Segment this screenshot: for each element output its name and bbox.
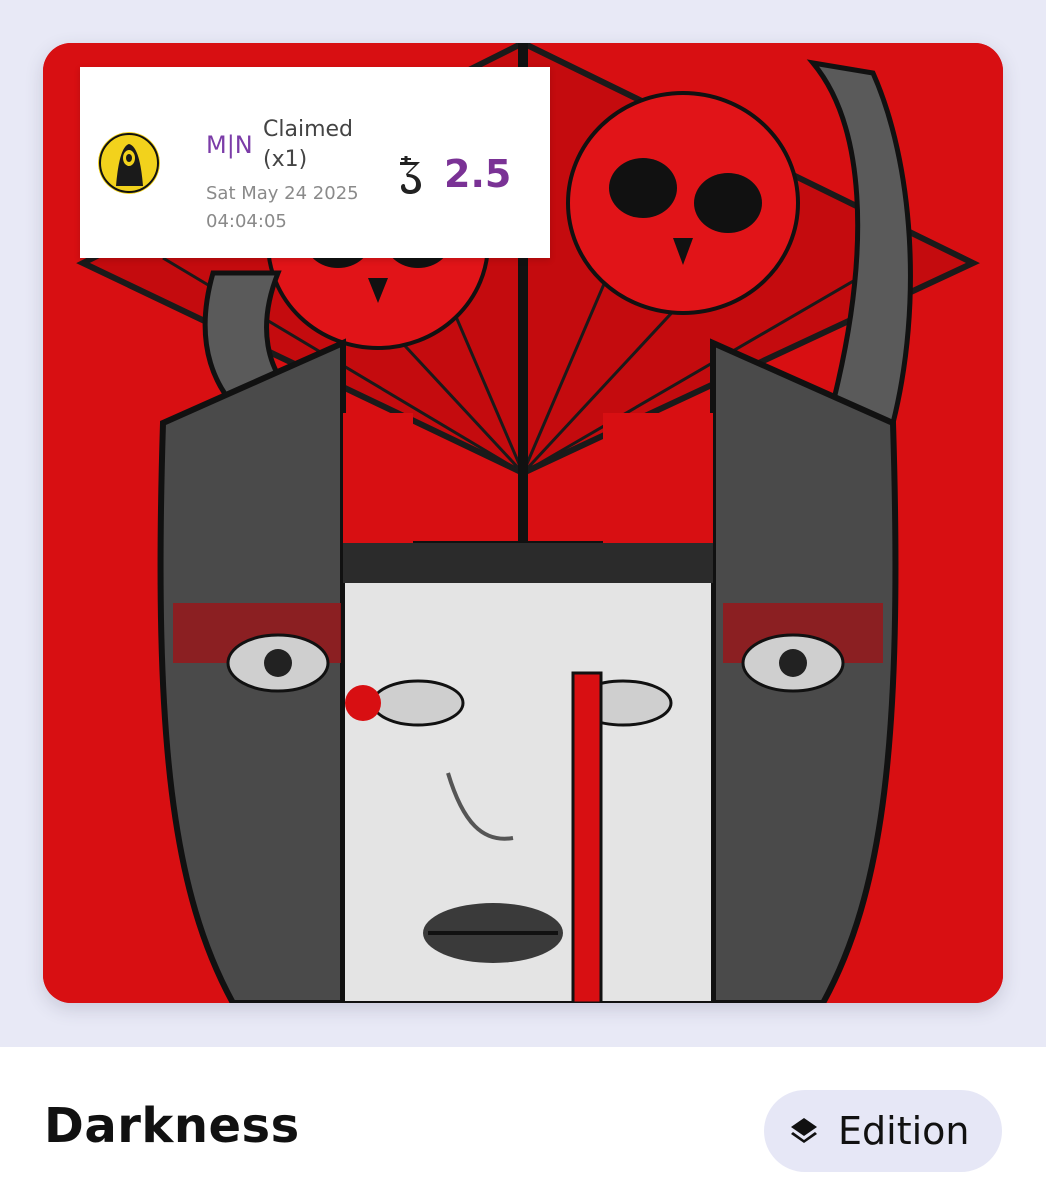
layers-icon xyxy=(788,1115,820,1147)
edition-badge[interactable]: Edition xyxy=(764,1090,1002,1172)
sale-timestamp: Sat May 24 2025 04:04:05 xyxy=(206,183,359,232)
avatar[interactable] xyxy=(98,132,160,194)
artwork-area: M|N Claimed (x1) Sat May 24 2025 04:04:0… xyxy=(0,0,1046,1047)
price-value: 2.5 xyxy=(444,152,512,196)
artwork-title: Darkness xyxy=(44,1098,300,1154)
edition-label: Edition xyxy=(838,1109,970,1153)
tezos-icon xyxy=(396,154,424,194)
user-name-link[interactable]: M|N xyxy=(206,131,253,159)
price-row: 2.5 xyxy=(396,150,511,198)
sale-notification-card: M|N Claimed (x1) Sat May 24 2025 04:04:0… xyxy=(80,67,550,258)
sale-action-label: Claimed (x1) xyxy=(263,117,353,172)
